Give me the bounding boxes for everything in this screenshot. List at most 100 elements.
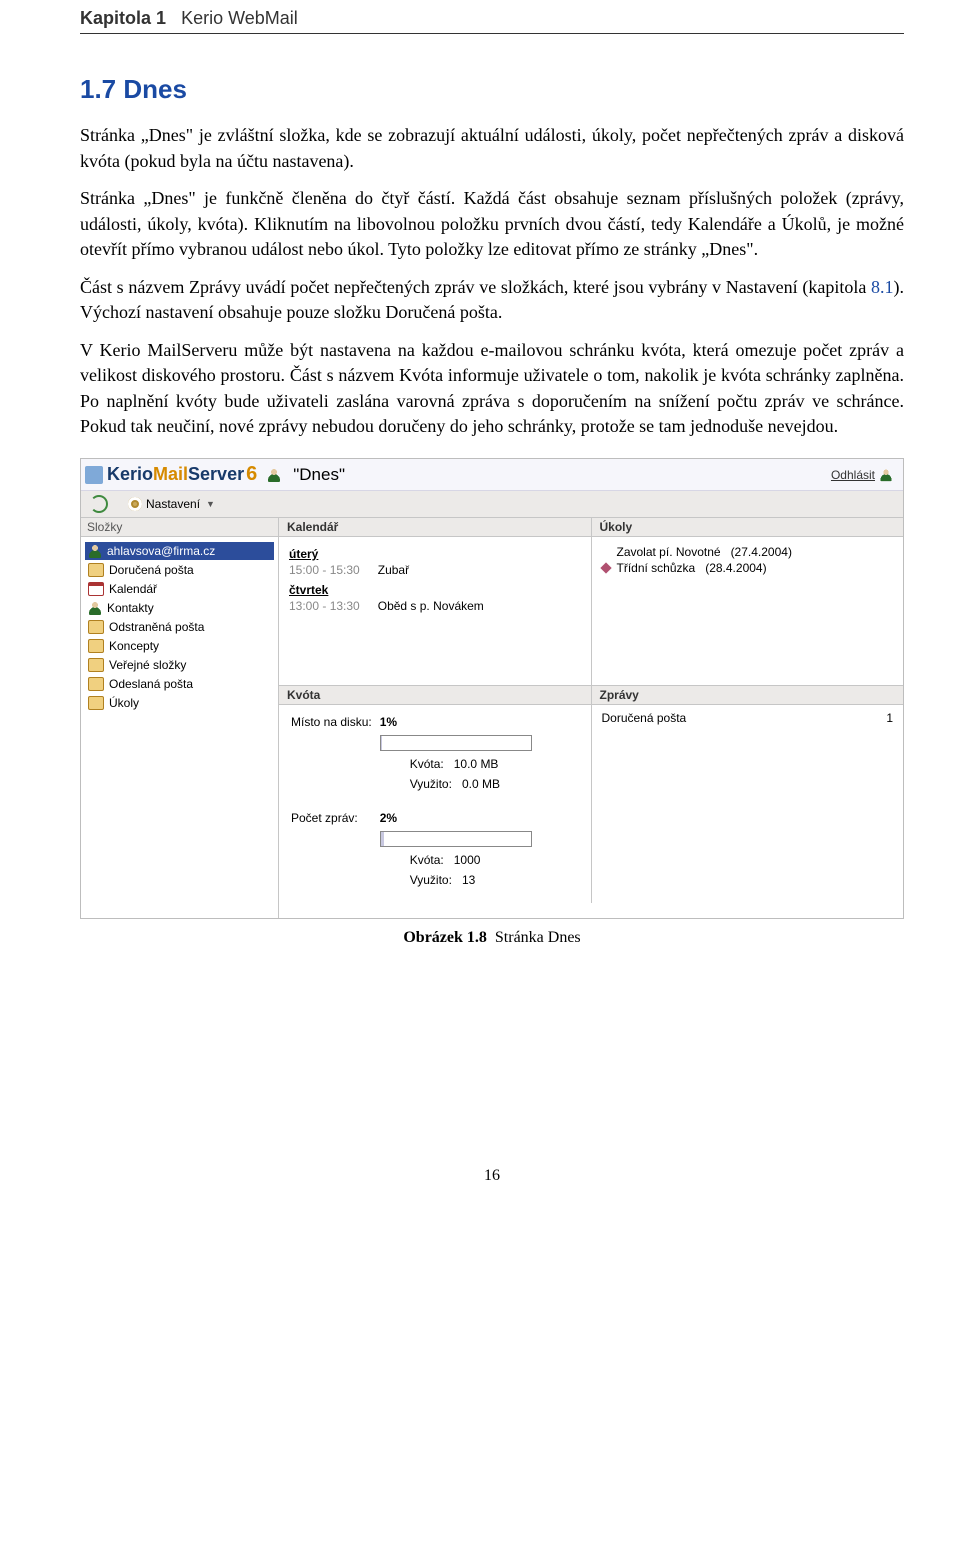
figure-caption-number: Obrázek 1.8	[403, 929, 487, 946]
folder-item[interactable]: ahlavsova@firma.cz	[85, 542, 274, 560]
disk-progress-bar	[380, 735, 532, 751]
folder-item[interactable]: Doručená pošta	[85, 561, 274, 579]
bottom-panes: Kvóta Místo na disku: 1%	[279, 685, 903, 903]
logout-icon	[880, 468, 893, 481]
folder-item[interactable]: Odstraněná pošta	[85, 618, 274, 636]
brand-server: Server	[188, 464, 244, 485]
settings-button[interactable]: Nastavení ▼	[125, 496, 218, 512]
folder-item[interactable]: Kalendář	[85, 580, 274, 598]
disk-quota-value: 10.0 MB	[454, 757, 499, 771]
brand-kerio: Kerio	[107, 464, 153, 485]
folder-item[interactable]: Úkoly	[85, 694, 274, 712]
event-time: 15:00 - 15:30	[289, 563, 360, 577]
messages-pane: Zprávy Doručená pošta1	[591, 686, 904, 903]
figure-caption-text: Stránka Dnes	[495, 929, 581, 946]
logout-link[interactable]: Odhlásit	[831, 468, 893, 482]
folder-icon	[88, 639, 104, 653]
page-number: 16	[80, 1167, 904, 1185]
running-head: Kapitola 1 Kerio WebMail	[80, 8, 904, 34]
task-label: Třídní schůzka	[617, 561, 696, 575]
cal-icon	[88, 582, 104, 596]
task-date: (27.4.2004)	[731, 545, 792, 559]
brand-six: 6	[246, 463, 257, 486]
disk-used-label: Využito:	[410, 777, 452, 791]
disk-quota-label: Kvóta:	[410, 757, 444, 771]
disk-used-value: 0.0 MB	[462, 777, 500, 791]
figure-screenshot: KerioMailServer6 "Dnes" Odhlásit Nastave…	[80, 458, 904, 919]
calendar-event[interactable]: 13:00 - 13:30 Oběd s p. Novákem	[289, 599, 581, 613]
settings-label: Nastavení	[146, 497, 200, 511]
folder-icon	[88, 658, 104, 672]
refresh-button[interactable]	[87, 494, 111, 514]
body-paragraph: Část s názvem Zprávy uvádí počet nepřečt…	[80, 275, 904, 326]
quota-table: Místo na disku: 1% Kvóta: 10.0 MB Využit…	[289, 711, 540, 891]
body-paragraph: V Kerio MailServeru může být nastavena n…	[80, 338, 904, 440]
crossref-link[interactable]: 8.1	[871, 277, 894, 297]
person-icon	[88, 544, 102, 558]
folder-label: Kontakty	[107, 601, 154, 615]
tasks-pane-body: Zavolat pí. Novotné (27.4.2004) Třídní sch…	[592, 537, 904, 685]
calendar-day-header: čtvrtek	[289, 583, 581, 597]
calendar-event[interactable]: 15:00 - 15:30 Zubař	[289, 563, 581, 577]
folder-label: Odeslaná pošta	[109, 677, 193, 691]
calendar-pane-body: úterý 15:00 - 15:30 Zubař čtvrtek 13:00 - 13…	[279, 537, 591, 685]
folder-item[interactable]: Odeslaná pošta	[85, 675, 274, 693]
calendar-pane-header: Kalendář	[279, 518, 591, 537]
folder-label: Veřejné složky	[109, 658, 186, 672]
msgcount-progress-bar	[380, 831, 532, 847]
chapter-number: Kapitola 1	[80, 8, 166, 28]
body-paragraph: Stránka „Dnes" je zvláštní složka, kde s…	[80, 123, 904, 174]
folder-label: Odstraněná pošta	[109, 620, 204, 634]
message-folder-row[interactable]: Doručená pošta1	[602, 711, 894, 725]
folder-icon	[88, 677, 104, 691]
event-title: Oběd s p. Novákem	[378, 599, 484, 613]
quota-pane-body: Místo na disku: 1% Kvóta: 10.0 MB Využit…	[279, 705, 591, 903]
disk-percent: 1%	[380, 715, 397, 729]
folder-label: Úkoly	[109, 696, 139, 710]
folder-item[interactable]: Kontakty	[85, 599, 274, 617]
app-body: Složky ahlavsova@firma.cz Doručená pošta K…	[81, 518, 903, 918]
brand-logo-icon	[85, 466, 103, 484]
brand-logo: KerioMailServer6	[107, 463, 257, 486]
tasks-pane: Úkoly Zavolat pí. Novotné (27.4.2004) Tříd…	[591, 518, 904, 685]
flag-icon	[600, 562, 611, 573]
folder-label: Doručená pošta	[109, 563, 194, 577]
logout-label: Odhlásit	[831, 468, 875, 482]
page-title: "Dnes"	[293, 465, 345, 485]
calendar-pane: Kalendář úterý 15:00 - 15:30 Zubař čtvrtek 1…	[279, 518, 591, 685]
task-date: (28.4.2004)	[705, 561, 766, 575]
main-area: Kalendář úterý 15:00 - 15:30 Zubař čtvrtek 1…	[279, 518, 903, 918]
quota-pane: Kvóta Místo na disku: 1%	[279, 686, 591, 903]
message-folder-label: Doručená pošta	[602, 711, 687, 725]
person-icon	[267, 468, 281, 482]
msg-used-value: 13	[462, 873, 475, 887]
sidebar-header: Složky	[81, 518, 278, 537]
folder-icon	[88, 696, 104, 710]
folder-item[interactable]: Koncepty	[85, 637, 274, 655]
event-time: 13:00 - 13:30	[289, 599, 360, 613]
refresh-icon	[90, 495, 108, 513]
app-titlebar: KerioMailServer6 "Dnes" Odhlásit	[81, 459, 903, 491]
msg-quota-value: 1000	[454, 853, 481, 867]
event-title: Zubař	[378, 563, 409, 577]
figure-caption: Obrázek 1.8 Stránka Dnes	[80, 929, 904, 947]
task-item[interactable]: Zavolat pí. Novotné (27.4.2004)	[602, 545, 894, 559]
msg-quota-label: Kvóta:	[410, 853, 444, 867]
folder-label: Kalendář	[109, 582, 157, 596]
person-icon	[88, 601, 102, 615]
folder-icon	[88, 620, 104, 634]
disk-label: Místo na disku:	[291, 713, 378, 731]
folder-list: ahlavsova@firma.cz Doručená pošta Kalendář…	[81, 537, 278, 717]
calendar-day-header: úterý	[289, 547, 581, 561]
task-item[interactable]: Třídní schůzka (28.4.2004)	[602, 561, 894, 575]
chevron-down-icon: ▼	[206, 499, 215, 509]
task-label: Zavolat pí. Novotné	[617, 545, 721, 559]
tasks-pane-header: Úkoly	[592, 518, 904, 537]
msgcount-label: Počet zpráv:	[291, 809, 378, 827]
folder-item[interactable]: Veřejné složky	[85, 656, 274, 674]
body-text: Část s názvem Zprávy uvádí počet nepřečt…	[80, 277, 871, 297]
msg-used-label: Využito:	[410, 873, 452, 887]
top-panes: Kalendář úterý 15:00 - 15:30 Zubař čtvrtek 1…	[279, 518, 903, 685]
chapter-title	[171, 8, 181, 28]
folder-icon	[88, 563, 104, 577]
